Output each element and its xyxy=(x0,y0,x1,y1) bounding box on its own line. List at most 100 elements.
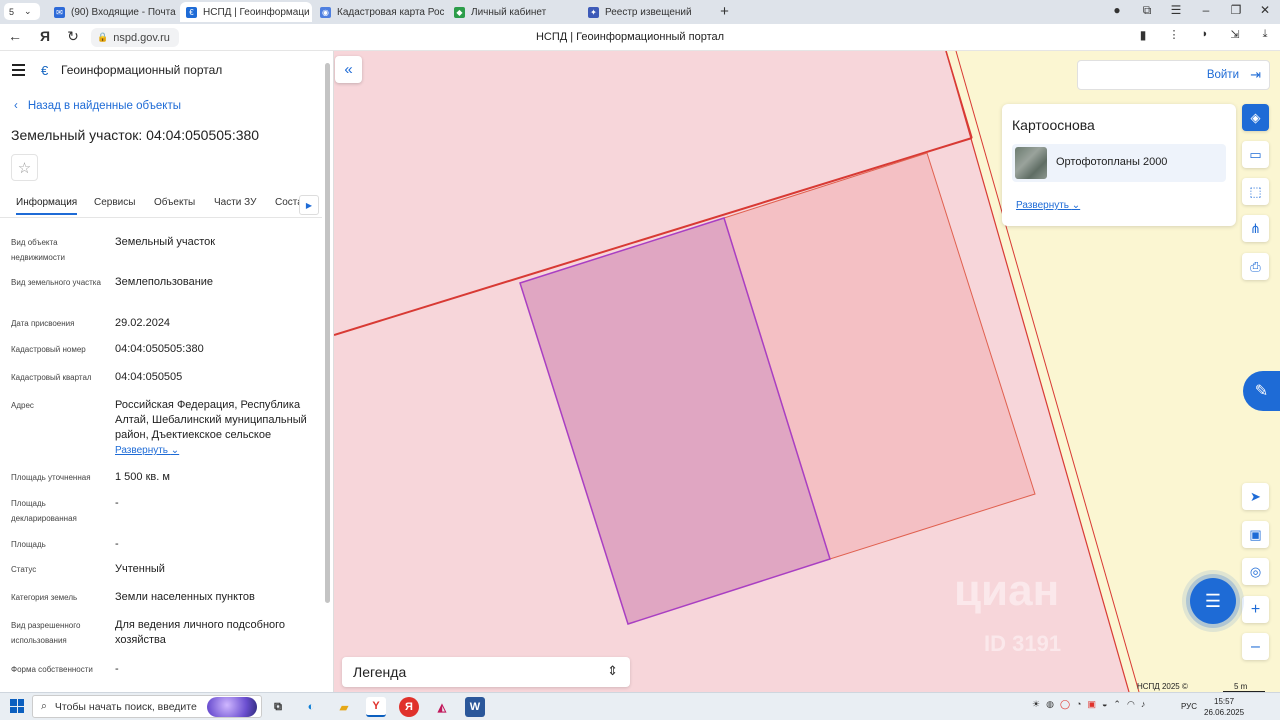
chat-icon[interactable]: ☰ xyxy=(1190,578,1236,624)
tab-information[interactable]: Информация xyxy=(16,197,78,215)
taskbar-search[interactable]: ⌕ Чтобы начать поиск, введите xyxy=(32,695,262,718)
tab-label: Реестр извещений xyxy=(605,6,692,18)
field-label: Категория земель xyxy=(11,593,78,602)
field-label: Площадь уточненная xyxy=(11,473,91,482)
map-canvas[interactable]: циан ID 3191 « Войти ⇥ Картооснова Ортоф… xyxy=(334,51,1280,692)
portal-logo-icon[interactable]: € xyxy=(41,63,48,78)
browser-tab-registry[interactable]: ✦ Реестр извещений xyxy=(582,2,712,22)
portal-name[interactable]: Геоинформационный портал xyxy=(61,63,222,77)
yandex-browser-icon[interactable]: Y xyxy=(366,697,386,717)
browser-tab-cabinet[interactable]: ◆ Личный кабинет xyxy=(448,2,578,22)
browser-tab-nspd[interactable]: € НСПД | Геоинформаци ✕ xyxy=(180,2,312,22)
tab-label: Кадастровая карта Росси xyxy=(337,6,444,18)
navigate-icon[interactable]: ➤ xyxy=(1242,483,1269,510)
map-icon: ◉ xyxy=(320,6,331,18)
tray-app-icon[interactable]: ▣ xyxy=(1087,699,1096,710)
volume-icon[interactable]: ♪ xyxy=(1141,699,1146,710)
paint-icon[interactable]: ◭ xyxy=(432,697,452,717)
hamburger-menu-icon[interactable] xyxy=(12,64,25,79)
file-explorer-icon[interactable]: ▰ xyxy=(334,697,354,717)
zoom-in-button[interactable]: + xyxy=(1242,596,1269,623)
tray-app-icon[interactable]: ◯ xyxy=(1060,699,1070,710)
downloads-icon[interactable]: ⤓ xyxy=(1256,28,1274,41)
url-field[interactable]: 🔒 nspd.gov.ru xyxy=(91,28,179,47)
panel-scrollbar[interactable] xyxy=(325,63,330,603)
back-arrow-icon[interactable]: ← xyxy=(6,28,24,44)
field-value: 1 500 кв. м xyxy=(115,471,170,483)
login-button[interactable]: Войти ⇥ xyxy=(1077,60,1270,90)
menu-dots-icon[interactable]: ⋮ xyxy=(1165,28,1183,41)
minimize-icon[interactable]: – xyxy=(1197,3,1215,17)
tray-app-icon[interactable]: ◔ xyxy=(1076,699,1081,710)
browser-tab-cadastre[interactable]: ◉ Кадастровая карта Росси xyxy=(314,2,444,22)
object-title: Земельный участок: 04:04:050505:380 xyxy=(11,127,260,143)
tray-app-icon[interactable]: ☀ xyxy=(1032,699,1040,710)
task-view-icon[interactable]: ⧉ xyxy=(268,697,288,717)
tab-label: Личный кабинет xyxy=(471,6,547,18)
tabs-scroll-right-button[interactable]: ▶ xyxy=(299,195,319,215)
tray-app-icon[interactable]: ◍ xyxy=(1046,699,1054,710)
ruler-icon[interactable]: ▭ xyxy=(1242,141,1269,168)
feedback-tab-icon[interactable]: ✎ xyxy=(1243,371,1280,411)
shield-protect-icon[interactable]: ◗ xyxy=(1196,28,1214,40)
print-icon[interactable]: ⎙ xyxy=(1242,253,1269,280)
reload-icon[interactable]: ↻ xyxy=(64,28,82,45)
field-label: Адрес xyxy=(11,401,34,410)
extensions-icon[interactable]: ⇲ xyxy=(1226,28,1244,41)
tray-app-icon[interactable]: ◒ xyxy=(1102,699,1107,710)
layers-icon[interactable]: ◈ xyxy=(1242,104,1269,131)
bookmark-icon[interactable]: ▮ xyxy=(1134,28,1152,42)
profile-icon[interactable]: ● xyxy=(1108,3,1126,17)
yandex-icon[interactable]: Я xyxy=(399,697,419,717)
collapse-panel-button[interactable]: « xyxy=(335,56,362,83)
edge-icon[interactable]: ◐ xyxy=(301,697,321,717)
tab-counter[interactable]: 5 ⌄ xyxy=(4,3,40,20)
collections-icon[interactable]: ⧉ xyxy=(1138,3,1156,18)
field-label: Статус xyxy=(11,565,37,574)
back-to-results-link[interactable]: ‹ Назад в найденные объекты xyxy=(14,100,181,112)
field-label: Кадастровый квартал xyxy=(11,373,92,382)
close-window-icon[interactable]: ✕ xyxy=(1256,3,1274,17)
restore-icon[interactable]: ❐ xyxy=(1227,3,1245,17)
expand-collapse-icon[interactable]: ⇕ xyxy=(607,663,618,679)
yandex-icon[interactable]: Я xyxy=(36,28,54,44)
chevron-up-icon[interactable]: ⌃ xyxy=(1113,699,1121,710)
chevron-left-icon: ‹ xyxy=(14,100,18,112)
wifi-icon[interactable]: ◠ xyxy=(1127,699,1135,710)
favorite-star-icon[interactable]: ☆ xyxy=(11,154,38,181)
clock-date[interactable]: 26.06.2025 xyxy=(1204,708,1244,717)
legend-label: Легенда xyxy=(353,664,407,680)
share-icon[interactable]: ⋔ xyxy=(1242,215,1269,242)
login-label: Войти xyxy=(1206,69,1239,81)
system-tray: ☀ ◍ ◯ ◔ ▣ ◒ ⌃ ◠ ♪ xyxy=(1032,699,1145,710)
back-link-label: Назад в найденные объекты xyxy=(27,100,182,112)
field-value-address: Российская Федерация, Республика Алтай, … xyxy=(115,399,307,441)
emblem-icon: ✦ xyxy=(588,6,599,18)
notifications-icon[interactable]: ☰ xyxy=(1167,3,1185,17)
word-icon[interactable]: W xyxy=(465,697,485,717)
address-bar: ← Я ↻ 🔒 nspd.gov.ru НСПД | Геоинформацио… xyxy=(0,24,1280,51)
location-icon[interactable]: ◎ xyxy=(1242,558,1269,585)
legend-panel[interactable]: Легенда ⇕ xyxy=(342,657,630,687)
language-indicator[interactable]: РУС xyxy=(1181,702,1197,711)
url-text: nspd.gov.ru xyxy=(113,31,170,44)
minimap-icon[interactable]: ▣ xyxy=(1242,521,1269,548)
browser-tab-mail[interactable]: ✉ (90) Входящие - Почта М xyxy=(48,2,178,22)
shield-icon: ◆ xyxy=(454,6,465,18)
select-area-icon[interactable]: ⬚ xyxy=(1242,178,1269,205)
zoom-out-button[interactable]: – xyxy=(1242,633,1269,660)
expand-address-link[interactable]: Развернуть ⌄ xyxy=(115,445,179,456)
panel-tabs: Информация Сервисы Объекты Части ЗУ Сост… xyxy=(0,191,322,218)
tab-objects[interactable]: Объекты xyxy=(154,197,195,208)
chevron-down-icon: ⌄ xyxy=(1071,200,1081,211)
field-value: Для ведения личного подсобного хозяйства xyxy=(115,619,286,646)
clock-time[interactable]: 15:57 xyxy=(1214,697,1234,706)
object-info-panel: € Геоинформационный портал ‹ Назад в най… xyxy=(0,51,334,692)
tab-parts[interactable]: Части ЗУ xyxy=(214,197,256,208)
basemap-expand-link[interactable]: Развернуть ⌄ xyxy=(1016,200,1080,211)
basemap-option[interactable]: Ортофотопланы 2000 xyxy=(1012,144,1226,182)
new-tab-button[interactable]: + xyxy=(716,3,733,20)
tab-services[interactable]: Сервисы xyxy=(94,197,135,208)
windows-start-icon[interactable] xyxy=(10,699,24,713)
field-label: Площадь xyxy=(11,540,46,549)
